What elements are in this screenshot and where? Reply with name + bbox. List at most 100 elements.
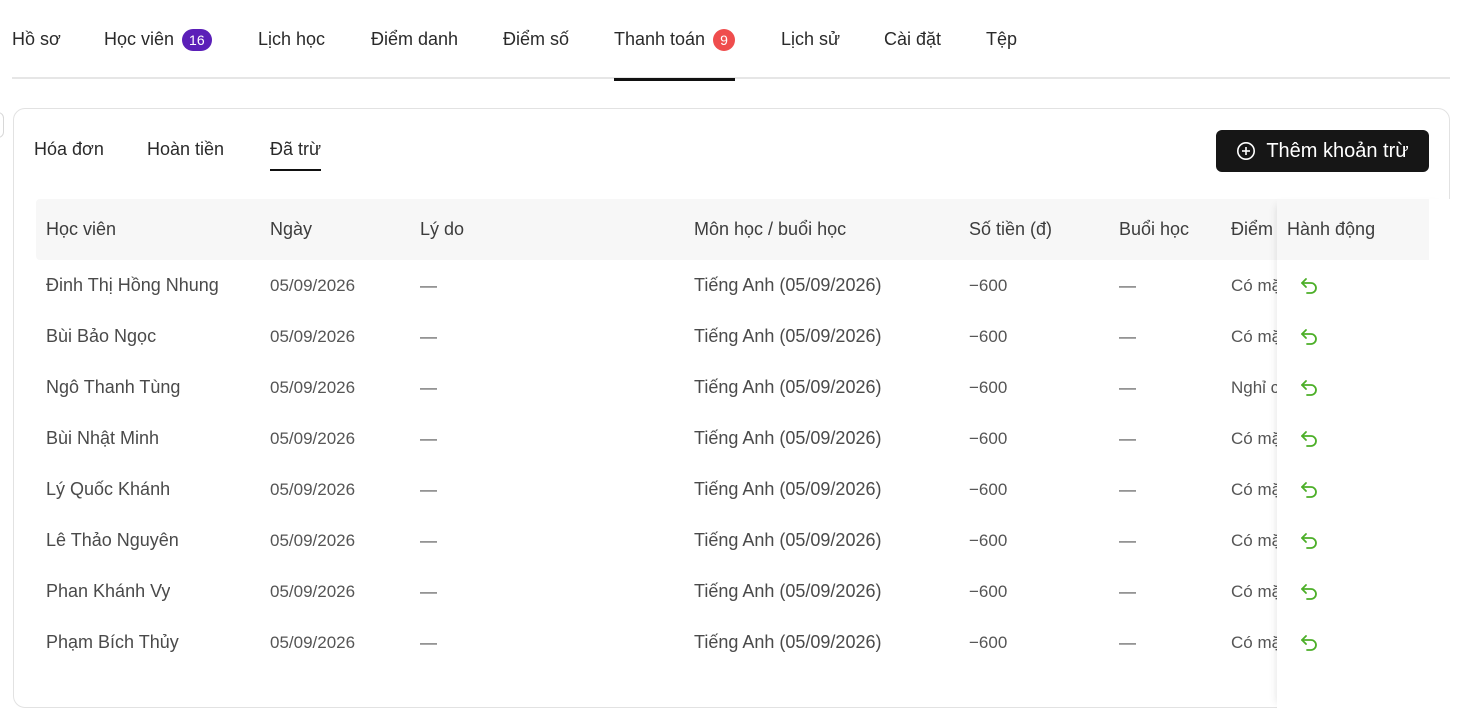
cell-amount: −600 (969, 378, 1008, 397)
table-row: Lê Thảo Nguyên 05/09/2026 — Tiếng Anh (0… (36, 515, 1429, 566)
cell-student: Ngô Thanh Tùng (46, 377, 181, 397)
sidebar-collapse-handle[interactable] (0, 112, 4, 138)
tab-history[interactable]: Lịch sử (781, 0, 840, 79)
cell-session: — (1119, 531, 1136, 550)
tab-label: Tệp (986, 29, 1018, 49)
cell-reason: — (420, 429, 437, 448)
students-count-badge: 16 (182, 28, 212, 51)
cell-student: Phan Khánh Vy (46, 581, 171, 601)
col-amount: Số tiền (đ) (969, 219, 1053, 239)
cell-reason: — (420, 582, 437, 601)
cell-amount: −600 (969, 633, 1008, 652)
col-grade: Điểm (1231, 219, 1274, 239)
tab-label: Lịch sử (781, 29, 841, 49)
undo-icon[interactable] (1299, 632, 1319, 652)
table-row: Phan Khánh Vy 05/09/2026 — Tiếng Anh (05… (36, 566, 1429, 617)
add-deduction-button[interactable]: Thêm khoản trừ (1216, 130, 1429, 172)
cell-session: — (1119, 327, 1136, 346)
cell-date: 05/09/2026 (270, 582, 356, 601)
tab-settings[interactable]: Cài đặt (884, 0, 941, 79)
cell-subject: Tiếng Anh (05/09/2026) (694, 530, 882, 550)
tab-label: Thanh toán (614, 29, 706, 49)
col-student: Học viên (46, 219, 117, 239)
cell-amount: −600 (969, 531, 1008, 550)
cell-amount: −600 (969, 480, 1008, 499)
table-row: Đinh Thị Hồng Nhung 05/09/2026 — Tiếng A… (36, 260, 1429, 311)
add-deduction-label: Thêm khoản trừ (1266, 139, 1409, 162)
top-tab-bar: Hồ sơ Học viên 16 Lịch học Điểm danh Điểm… (12, 0, 1450, 81)
cell-session: — (1119, 378, 1136, 397)
cell-reason: — (420, 378, 437, 397)
cell-session: — (1119, 276, 1136, 295)
cell-student: Lê Thảo Nguyên (46, 530, 179, 550)
table-row: Lý Quốc Khánh 05/09/2026 — Tiếng Anh (05… (36, 464, 1429, 515)
cell-session: — (1119, 582, 1136, 601)
plus-circle-icon (1237, 142, 1256, 160)
tab-files[interactable]: Tệp (986, 0, 1017, 79)
col-reason: Lý do (420, 219, 465, 239)
cell-session: — (1119, 429, 1136, 448)
cell-date: 05/09/2026 (270, 327, 356, 346)
cell-subject: Tiếng Anh (05/09/2026) (694, 377, 882, 397)
cell-student: Đinh Thị Hồng Nhung (46, 275, 219, 295)
cell-amount: −600 (969, 429, 1008, 448)
undo-icon[interactable] (1299, 326, 1319, 346)
cell-reason: — (420, 633, 437, 652)
tab-label: Lịch học (258, 29, 326, 49)
cell-student: Bùi Nhật Minh (46, 428, 160, 448)
tab-label: Cài đặt (884, 29, 942, 49)
cell-date: 05/09/2026 (270, 531, 356, 550)
table-row: Ngô Thanh Tùng 05/09/2026 — Tiếng Anh (0… (36, 362, 1429, 413)
cell-reason: — (420, 327, 437, 346)
undo-icon[interactable] (1299, 581, 1319, 601)
cell-student: Phạm Bích Thủy (46, 632, 179, 652)
tab-label: Điểm danh (371, 29, 459, 49)
cell-amount: −600 (969, 276, 1008, 295)
cell-session: — (1119, 633, 1136, 652)
table-row: Bùi Bảo Ngọc 05/09/2026 — Tiếng Anh (05/… (36, 311, 1429, 362)
cell-amount: −600 (969, 327, 1008, 346)
undo-icon[interactable] (1299, 275, 1319, 295)
col-date: Ngày (270, 219, 313, 239)
undo-icon[interactable] (1299, 377, 1319, 397)
cell-student: Bùi Bảo Ngọc (46, 326, 157, 346)
table-header: Học viên Ngày Lý do Môn học / buổi học S… (36, 199, 1429, 260)
tab-label: Học viên (104, 29, 175, 49)
action-column: Hành động (1277, 199, 1451, 709)
tab-attendance[interactable]: Điểm danh (371, 0, 458, 79)
cell-subject: Tiếng Anh (05/09/2026) (694, 275, 882, 295)
subtab-refunds[interactable]: Hoàn tiền (147, 139, 224, 173)
cell-reason: — (420, 480, 437, 499)
cell-date: 05/09/2026 (270, 633, 356, 652)
subtab-deducted[interactable]: Đã trừ (270, 139, 322, 173)
cell-date: 05/09/2026 (270, 276, 356, 295)
cell-date: 05/09/2026 (270, 429, 356, 448)
cell-amount: −600 (969, 582, 1008, 601)
table-row: Bùi Nhật Minh 05/09/2026 — Tiếng Anh (05… (36, 413, 1429, 464)
payments-card: Hóa đơn Hoàn tiền Đã trừ Thêm khoản trừ … (13, 108, 1451, 709)
tab-profile[interactable]: Hồ sơ (12, 0, 61, 79)
cell-reason: — (420, 531, 437, 550)
cell-subject: Tiếng Anh (05/09/2026) (694, 632, 882, 652)
tab-payments[interactable]: Thanh toán 9 (614, 0, 736, 81)
cell-reason: — (420, 276, 437, 295)
undo-icon[interactable] (1299, 530, 1319, 550)
subtab-invoices[interactable]: Hóa đơn (34, 139, 104, 173)
tab-schedule[interactable]: Lịch học (258, 0, 325, 79)
cell-subject: Tiếng Anh (05/09/2026) (694, 581, 882, 601)
tab-label: Điểm số (503, 29, 570, 49)
undo-icon[interactable] (1299, 479, 1319, 499)
tab-students[interactable]: Học viên 16 (104, 0, 212, 79)
cell-subject: Tiếng Anh (05/09/2026) (694, 479, 882, 499)
col-subject: Môn học / buổi học (694, 219, 847, 239)
cell-subject: Tiếng Anh (05/09/2026) (694, 326, 882, 346)
tab-grades[interactable]: Điểm số (503, 0, 569, 79)
cell-student: Lý Quốc Khánh (46, 479, 171, 499)
cell-subject: Tiếng Anh (05/09/2026) (694, 428, 882, 448)
tab-label: Hồ sơ (12, 29, 61, 49)
col-session: Buổi học (1119, 219, 1190, 239)
cell-date: 05/09/2026 (270, 378, 356, 397)
col-actions: Hành động (1287, 219, 1376, 239)
payments-count-badge: 9 (713, 28, 736, 51)
undo-icon[interactable] (1299, 428, 1319, 448)
